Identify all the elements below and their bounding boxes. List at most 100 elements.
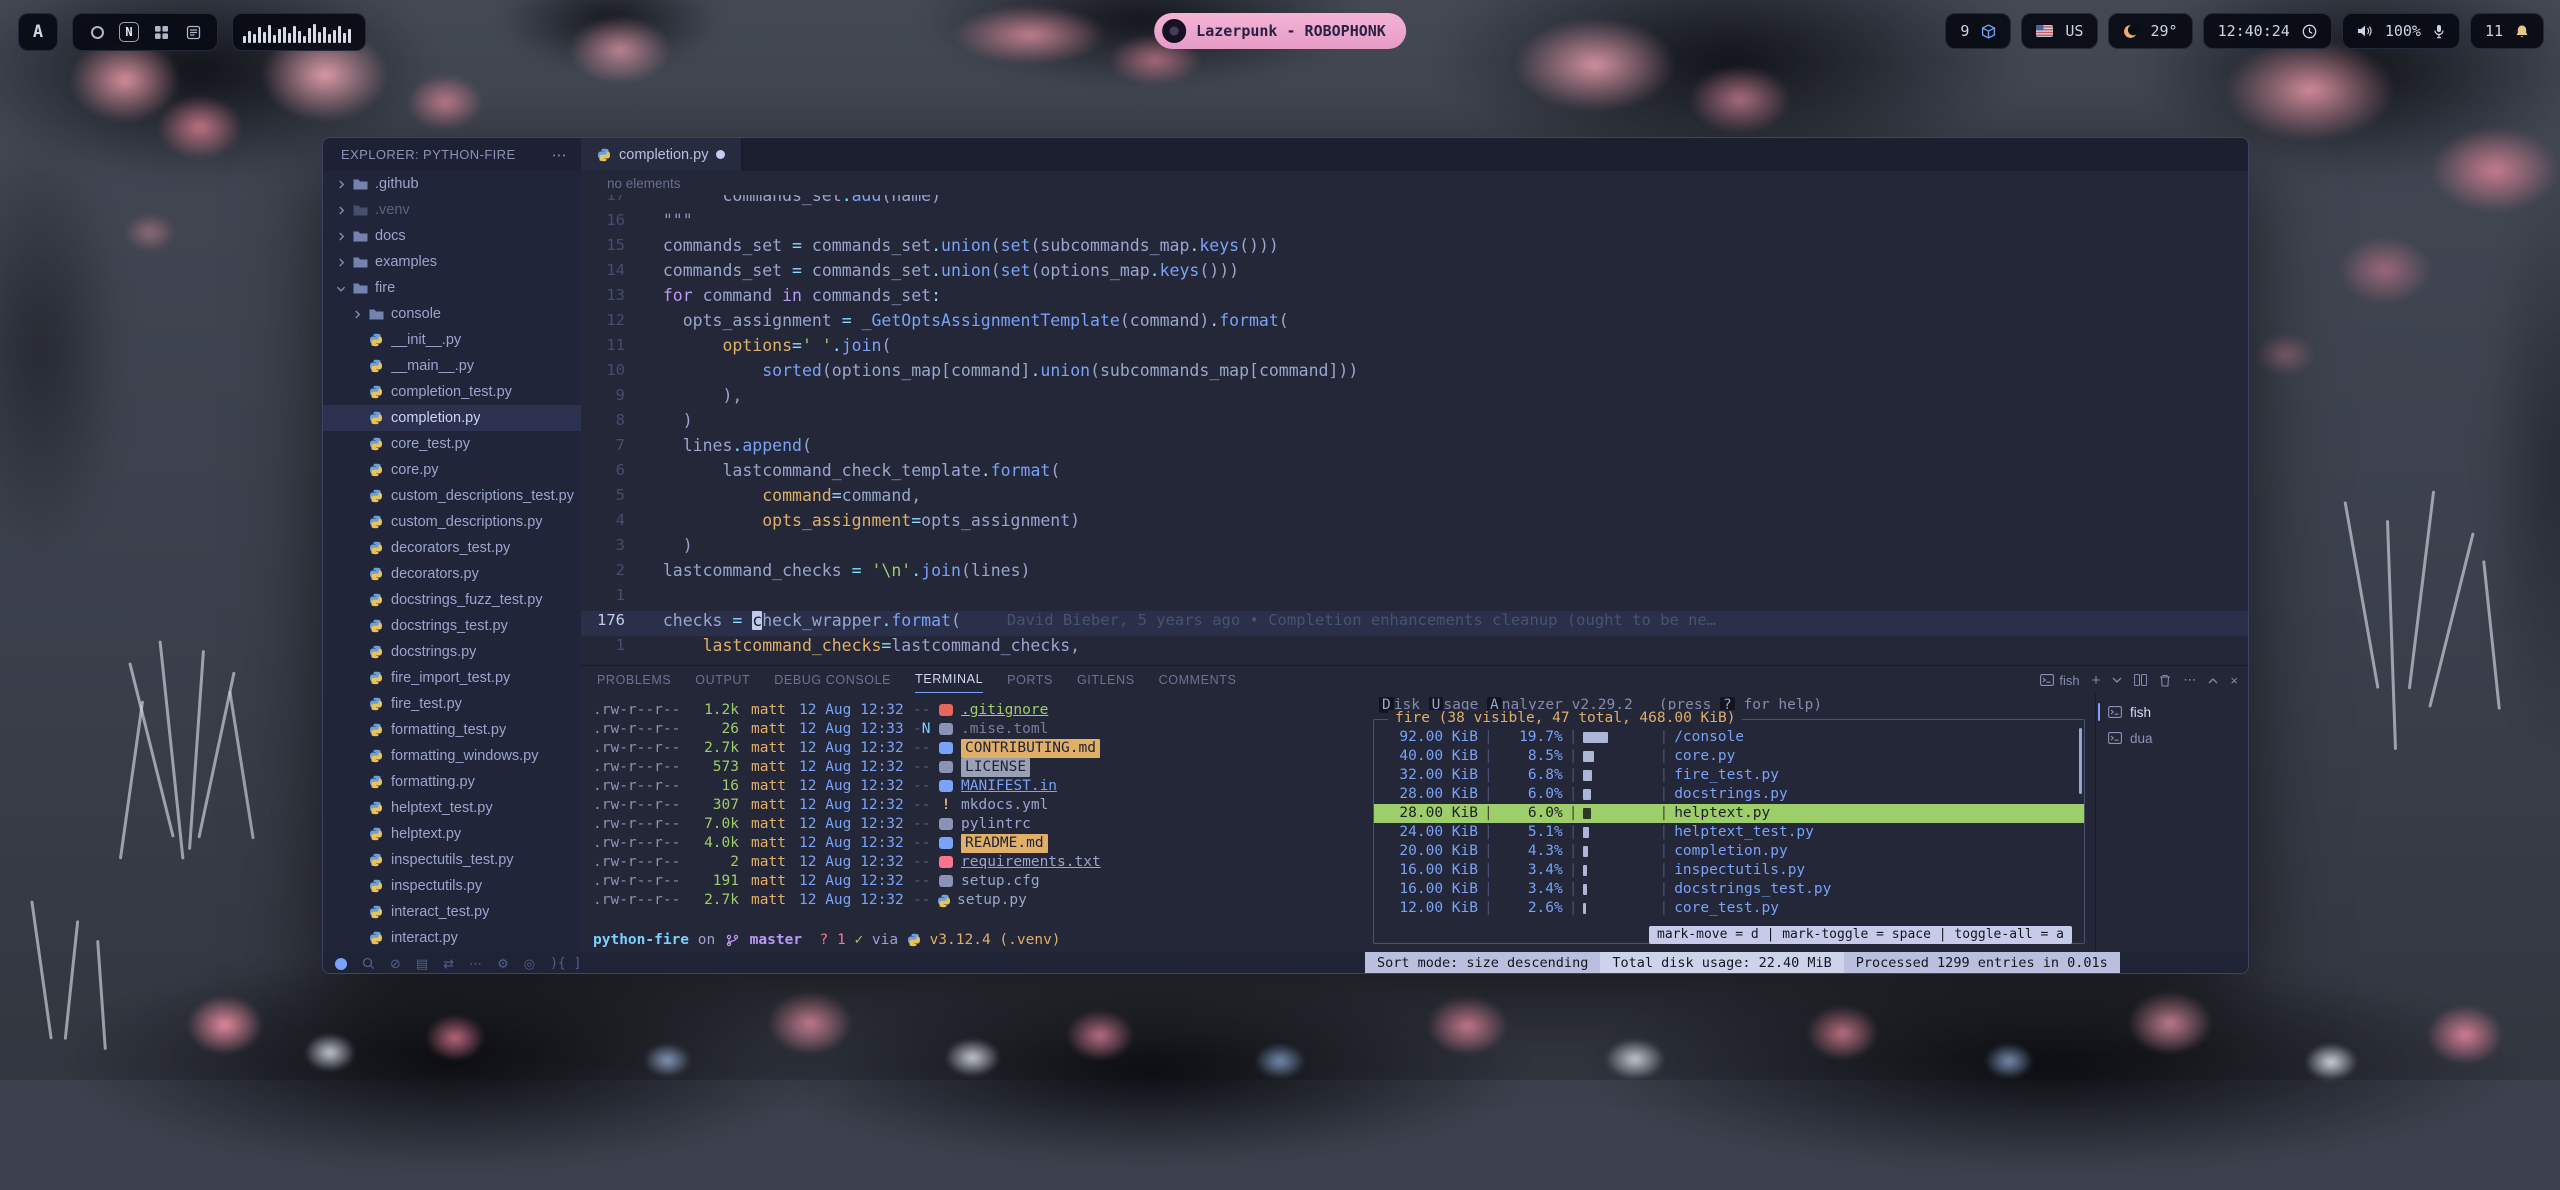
session-item-fish[interactable]: fish bbox=[2096, 699, 2248, 725]
dua-row-inspectutils-py[interactable]: 16.00 KiB|3.4%||inspectutils.py bbox=[1374, 861, 2084, 880]
modified-dot[interactable] bbox=[716, 150, 725, 159]
tree-item-formatting-py[interactable]: formatting.py bbox=[323, 769, 581, 795]
wallpaper-blob bbox=[1800, 1000, 1885, 1065]
line-number: 10 bbox=[581, 361, 643, 386]
status-icon[interactable]: ◎ bbox=[524, 956, 535, 972]
tree-item--main-py[interactable]: __main__.py bbox=[323, 353, 581, 379]
tree-item-core-test-py[interactable]: core_test.py bbox=[323, 431, 581, 457]
tree-item-docstrings-py[interactable]: docstrings.py bbox=[323, 639, 581, 665]
tree-item-completion-py[interactable]: completion.py bbox=[323, 405, 581, 431]
tree-item-console[interactable]: console bbox=[323, 301, 581, 327]
journal-icon[interactable] bbox=[183, 22, 203, 42]
wallpaper-blob bbox=[2330, 230, 2440, 310]
panel-tab-terminal[interactable]: TERMINAL bbox=[915, 666, 983, 693]
tab-completion-py[interactable]: completion.py bbox=[581, 138, 742, 171]
weather-module[interactable]: 29° bbox=[2108, 13, 2192, 49]
tree-item-inspectutils-py[interactable]: inspectutils.py bbox=[323, 873, 581, 899]
tree-item-decorators-py[interactable]: decorators.py bbox=[323, 561, 581, 587]
system-graph[interactable] bbox=[232, 13, 366, 51]
status-icon[interactable]: ⇄ bbox=[443, 956, 454, 972]
profile-chevron-icon[interactable] bbox=[2112, 677, 2122, 684]
clock-module[interactable]: 12:40:24 bbox=[2203, 13, 2332, 49]
notifications-module[interactable]: 11 bbox=[2470, 13, 2544, 49]
terminal-profile-button[interactable]: fish bbox=[2040, 673, 2079, 688]
dua-row-helptext-test-py[interactable]: 24.00 KiB|5.1%||helptext_test.py bbox=[1374, 823, 2084, 842]
tree-item-interact-py[interactable]: interact.py bbox=[323, 925, 581, 951]
status-icon[interactable]: ⋯ bbox=[469, 956, 482, 972]
dua-row--console[interactable]: 92.00 KiB|19.7%||/console bbox=[1374, 728, 2084, 747]
media-pill[interactable]: Lazerpunk - ROBOPHONK bbox=[1154, 13, 1406, 49]
status-icon[interactable]: ⊘ bbox=[390, 956, 401, 972]
panel-tab-gitlens[interactable]: GITLENS bbox=[1077, 666, 1135, 693]
terminal-pane[interactable]: .rw-r--r--1.2kmatt12 Aug 12:32--.gitigno… bbox=[581, 693, 1365, 952]
tree-item--venv[interactable]: .venv bbox=[323, 197, 581, 223]
status-icon[interactable]: ⚙ bbox=[497, 956, 509, 972]
updates-module[interactable]: 9 bbox=[1945, 13, 2011, 49]
tree-item-custom-descriptions-test-py[interactable]: custom_descriptions_test.py bbox=[323, 483, 581, 509]
dua-row-fire-test-py[interactable]: 32.00 KiB|6.8%||fire_test.py bbox=[1374, 766, 2084, 785]
dua-scrollbar[interactable] bbox=[2079, 728, 2082, 794]
wallpaper-blob bbox=[120, 210, 180, 255]
launcher-button[interactable]: A bbox=[18, 13, 58, 51]
tree-item-formatting-windows-py[interactable]: formatting_windows.py bbox=[323, 743, 581, 769]
notes-app-icon[interactable]: N bbox=[119, 22, 139, 42]
tree-item-helptext-py[interactable]: helptext.py bbox=[323, 821, 581, 847]
clock-icon bbox=[2302, 24, 2317, 39]
remote-indicator-icon[interactable] bbox=[335, 958, 347, 970]
maximize-panel-icon[interactable] bbox=[2208, 677, 2218, 684]
tree-item--init-py[interactable]: __init__.py bbox=[323, 327, 581, 353]
new-terminal-icon[interactable]: + bbox=[2092, 672, 2101, 689]
code-line: 7 lines.append( bbox=[581, 436, 2248, 461]
tree-item-docs[interactable]: docs bbox=[323, 223, 581, 249]
tree-item-core-py[interactable]: core.py bbox=[323, 457, 581, 483]
keyboard-layout-module[interactable]: US bbox=[2021, 13, 2098, 49]
split-terminal-icon[interactable] bbox=[2134, 674, 2147, 686]
dua-box: fire (38 visible, 47 total, 468.00 KiB) … bbox=[1373, 719, 2085, 944]
dua-row-helptext-py[interactable]: 28.00 KiB|6.0%||helptext.py bbox=[1374, 804, 2084, 823]
terminal-icon bbox=[2108, 732, 2122, 744]
line-number: 6 bbox=[581, 461, 643, 486]
code-line: 11 options=' '.join( bbox=[581, 336, 2248, 361]
panel-tab-ports[interactable]: PORTS bbox=[1007, 666, 1053, 693]
dua-row-core-test-py[interactable]: 12.00 KiB|2.6%||core_test.py bbox=[1374, 899, 2084, 918]
tree-item-decorators-test-py[interactable]: decorators_test.py bbox=[323, 535, 581, 561]
tree-item-completion-test-py[interactable]: completion_test.py bbox=[323, 379, 581, 405]
dua-row-completion-py[interactable]: 20.00 KiB|4.3%||completion.py bbox=[1374, 842, 2084, 861]
tree-item-fire-import-test-py[interactable]: fire_import_test.py bbox=[323, 665, 581, 691]
tree-item-formatting-test-py[interactable]: formatting_test.py bbox=[323, 717, 581, 743]
tree-item-helptext-test-py[interactable]: helptext_test.py bbox=[323, 795, 581, 821]
volume-module[interactable]: 100% bbox=[2342, 13, 2460, 49]
tree-item--github[interactable]: .github bbox=[323, 171, 581, 197]
line-number: 176 bbox=[581, 611, 643, 636]
tree-item-interact-test-py[interactable]: interact_test.py bbox=[323, 899, 581, 925]
tree-item-fire-test-py[interactable]: fire_test.py bbox=[323, 691, 581, 717]
more-actions-icon[interactable]: ⋯ bbox=[2183, 672, 2196, 688]
more-actions-icon[interactable]: ⋯ bbox=[552, 146, 567, 164]
dua-row-docstrings-py[interactable]: 28.00 KiB|6.0%||docstrings.py bbox=[1374, 785, 2084, 804]
status-icon[interactable]: ▤ bbox=[416, 956, 428, 972]
dua-row-core-py[interactable]: 40.00 KiB|8.5%||core.py bbox=[1374, 747, 2084, 766]
session-item-dua[interactable]: dua bbox=[2096, 725, 2248, 751]
tree-item-custom-descriptions-py[interactable]: custom_descriptions.py bbox=[323, 509, 581, 535]
panel-tab-output[interactable]: OUTPUT bbox=[695, 666, 750, 693]
panel-tab-debug-console[interactable]: DEBUG CONSOLE bbox=[774, 666, 891, 693]
tree-item-examples[interactable]: examples bbox=[323, 249, 581, 275]
panel-tab-comments[interactable]: COMMENTS bbox=[1159, 666, 1237, 693]
code-editor[interactable]: 17 commands_set.add(name)16 """15 comman… bbox=[581, 195, 2248, 665]
panel-tab-problems[interactable]: PROBLEMS bbox=[597, 666, 671, 693]
grid-icon[interactable] bbox=[151, 22, 171, 42]
search-icon[interactable] bbox=[362, 957, 375, 970]
dua-pane[interactable]: Disk Usage Analyzer v2.29.2 (press ? for… bbox=[1365, 693, 2095, 952]
record-icon[interactable] bbox=[87, 22, 107, 42]
kill-terminal-icon[interactable] bbox=[2159, 674, 2171, 687]
code-line: 2 lastcommand_checks = '\n'.join(lines) bbox=[581, 561, 2248, 586]
close-panel-icon[interactable]: × bbox=[2230, 673, 2238, 688]
tree-item-docstrings-fuzz-test-py[interactable]: docstrings_fuzz_test.py bbox=[323, 587, 581, 613]
tree-item-docstrings-test-py[interactable]: docstrings_test.py bbox=[323, 613, 581, 639]
tree-item-inspectutils-test-py[interactable]: inspectutils_test.py bbox=[323, 847, 581, 873]
explorer-title: EXPLORER: PYTHON-FIRE bbox=[341, 147, 516, 162]
breadcrumb[interactable]: no elements bbox=[581, 171, 2248, 195]
tree-item-fire[interactable]: fire bbox=[323, 275, 581, 301]
panel-content: .rw-r--r--1.2kmatt12 Aug 12:32--.gitigno… bbox=[581, 693, 2248, 952]
dua-row-docstrings-test-py[interactable]: 16.00 KiB|3.4%||docstrings_test.py bbox=[1374, 880, 2084, 899]
